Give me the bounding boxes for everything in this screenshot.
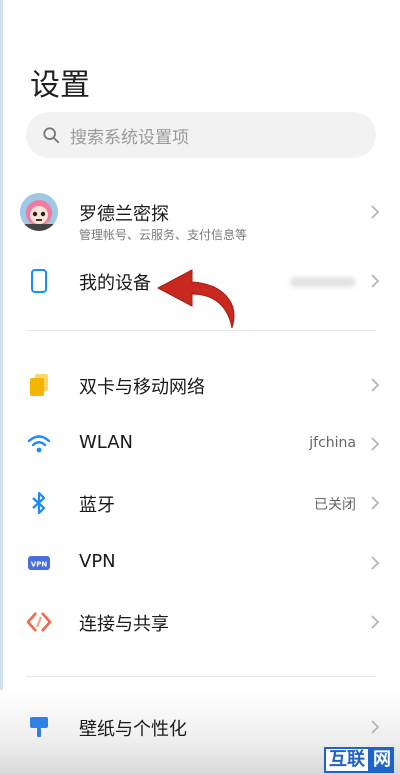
brush-icon xyxy=(26,714,52,740)
vpn-label: VPN xyxy=(79,551,116,572)
search-bar[interactable]: 搜索系统设置项 xyxy=(26,112,376,158)
sim-card-icon xyxy=(26,372,52,398)
chevron-right-icon xyxy=(371,274,380,288)
my-device-label: 我的设备 xyxy=(79,273,151,294)
device-name-value xyxy=(290,277,356,287)
share-icon xyxy=(26,609,52,635)
search-icon xyxy=(43,127,60,144)
chevron-right-icon xyxy=(371,720,380,734)
watermark-part2: 网 xyxy=(370,747,394,773)
chevron-right-icon xyxy=(371,556,380,570)
site-watermark: 互联 网 xyxy=(324,747,394,773)
account-subtitle: 管理帐号、云服务、支付信息等 xyxy=(79,228,248,242)
dual-sim-label: 双卡与移动网络 xyxy=(79,377,205,398)
chevron-right-icon xyxy=(371,437,380,451)
chevron-right-icon xyxy=(371,615,380,629)
connection-sharing-label: 连接与共享 xyxy=(79,614,169,635)
section-divider xyxy=(26,676,376,677)
account-name: 罗德兰密探 xyxy=(79,204,169,225)
section-divider xyxy=(26,330,376,331)
watermark-part1: 互联 xyxy=(324,747,370,773)
avatar xyxy=(20,193,58,231)
wlan-value: jfchina xyxy=(309,435,356,451)
bluetooth-label: 蓝牙 xyxy=(79,495,115,516)
search-placeholder: 搜索系统设置项 xyxy=(70,127,189,148)
chevron-right-icon xyxy=(371,496,380,510)
bluetooth-value: 已关闭 xyxy=(314,497,356,513)
wifi-icon xyxy=(26,431,52,457)
phone-icon xyxy=(26,268,52,294)
svg-text:VPN: VPN xyxy=(31,561,48,569)
wlan-label: WLAN xyxy=(79,432,134,453)
bluetooth-icon xyxy=(26,490,52,516)
chevron-right-icon xyxy=(371,378,380,392)
chevron-right-icon xyxy=(371,205,380,219)
page-title: 设置 xyxy=(30,68,90,103)
wallpaper-label: 壁纸与个性化 xyxy=(79,719,187,740)
vpn-icon: VPN xyxy=(26,550,52,576)
annotation-arrow xyxy=(156,269,235,329)
left-edge-strip xyxy=(0,0,3,775)
